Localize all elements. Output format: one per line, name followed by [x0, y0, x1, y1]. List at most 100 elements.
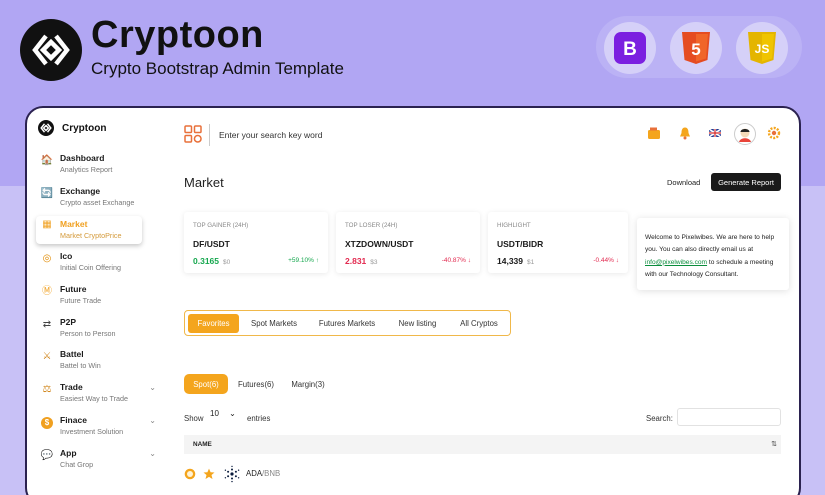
entries-label: entries [247, 414, 271, 423]
subtab-spot[interactable]: Spot(6) [184, 374, 228, 394]
tab-futures-markets[interactable]: Futures Markets [311, 314, 383, 333]
table-search-input[interactable] [677, 408, 781, 426]
javascript-icon: JS [748, 32, 776, 64]
cryptoon-small-logo-icon [38, 120, 54, 136]
sort-icon[interactable]: ⇅ [771, 440, 777, 448]
app-window: Cryptoon 🏠 Dashboard Analytics Report 🔄 … [25, 106, 801, 495]
svg-text:JS: JS [755, 42, 770, 56]
column-name-header[interactable]: NAME [193, 441, 212, 448]
sidebar-item-subtitle: Future Trade [60, 296, 102, 305]
sidebar-item-subtitle: Easiest Way to Trade [60, 394, 129, 403]
svg-text:5: 5 [691, 40, 700, 59]
generate-report-button[interactable]: Generate Report [711, 173, 781, 191]
apps-grid-icon[interactable] [184, 125, 202, 143]
wallet-icon[interactable] [647, 126, 661, 143]
html5-badge: 5 [670, 22, 722, 74]
tab-favorites[interactable]: Favorites [188, 314, 239, 333]
top-gainer-card[interactable]: TOP GAINER (24H) DF/USDT 0.3165 $0 +59.10… [184, 212, 328, 273]
javascript-badge: JS [736, 22, 788, 74]
card-change: -40.87% ↓ [441, 257, 471, 264]
exchange-icon: 🔄 [40, 188, 54, 199]
sidebar-item-title: Future [60, 284, 87, 294]
sidebar-item-subtitle: Battel to Win [60, 361, 101, 370]
battel-icon: ⚔ [42, 351, 52, 362]
card-label: TOP LOSER (24H) [345, 222, 398, 229]
sidebar-item-title: Ico [60, 251, 73, 261]
sidebar-item-title: App [60, 448, 77, 458]
sidebar-item-app[interactable]: 💬 App Chat Grop ⌄ [36, 448, 156, 476]
sidebar-brand[interactable]: Cryptoon [38, 120, 106, 136]
sidebar-item-finace[interactable]: $ Finace Investment Solution ⌄ [36, 415, 156, 443]
sidebar-item-dashboard[interactable]: 🏠 Dashboard Analytics Report [36, 153, 148, 181]
sidebar-item-subtitle: Investment Solution [60, 427, 124, 436]
sidebar: Cryptoon 🏠 Dashboard Analytics Report 🔄 … [27, 108, 167, 495]
entries-select-value: 10 [210, 409, 219, 418]
sidebar-item-subtitle: Crypto asset Exchange [60, 198, 135, 207]
uk-flag-icon[interactable] [708, 126, 722, 143]
sidebar-item-title: Market [60, 219, 88, 229]
sidebar-item-exchange[interactable]: 🔄 Exchange Crypto asset Exchange [36, 186, 148, 214]
table-row[interactable]: ADA /BNB [184, 465, 484, 483]
sidebar-item-future[interactable]: Ⓜ Future Future Trade [36, 284, 148, 312]
coin-badge-icon [184, 468, 196, 480]
sidebar-item-subtitle: Chat Grop [60, 460, 94, 469]
sidebar-item-title: Battel [60, 349, 84, 359]
sidebar-item-subtitle: Person to Person [60, 329, 116, 338]
tab-new-listing[interactable]: New listing [391, 314, 444, 333]
bootstrap-icon: B [614, 32, 646, 64]
welcome-popup: Welcome to Pixelwibes. We are here to he… [637, 218, 789, 290]
chevron-down-icon: ⌄ [229, 409, 236, 418]
chevron-down-icon[interactable]: ⌄ [149, 449, 156, 458]
chevron-down-icon[interactable]: ⌄ [149, 416, 156, 425]
avatar[interactable] [734, 123, 756, 145]
card-change: +59.10% ↑ [288, 257, 319, 264]
card-price: 14,339 $1 [497, 256, 535, 266]
table-header: NAME ⇅ [184, 435, 781, 454]
download-button[interactable]: Download [667, 178, 700, 187]
tab-all-cryptos[interactable]: All Cryptos [451, 314, 507, 333]
market-icon: ▦ [42, 219, 52, 230]
sidebar-item-ico[interactable]: ◎ Ico Initial Coin Offering [36, 251, 148, 279]
highlight-card[interactable]: HIGHLIGHT USDT/BIDR 14,339 $1 -0.44% ↓ [488, 212, 628, 273]
contact-email-link[interactable]: info@pixelwibes.com [645, 259, 707, 266]
pair-quote: /BNB [262, 469, 281, 478]
finance-icon: $ [41, 417, 53, 429]
future-icon: Ⓜ [42, 286, 52, 297]
card-pair: XTZDOWN/USDT [345, 239, 414, 249]
sidebar-item-subtitle: Initial Coin Offering [60, 263, 121, 272]
tab-spot-markets[interactable]: Spot Markets [245, 314, 303, 333]
sidebar-item-title: Exchange [60, 186, 101, 196]
show-label: Show [184, 414, 204, 423]
card-change: -0.44% ↓ [593, 257, 619, 264]
home-icon: 🏠 [40, 155, 54, 166]
card-price: 2.831 $3 [345, 256, 378, 266]
table-search-label: Search: [646, 414, 673, 423]
chevron-down-icon[interactable]: ⌄ [149, 383, 156, 392]
favorite-star-icon[interactable] [203, 468, 215, 480]
card-label: TOP GAINER (24H) [193, 222, 249, 229]
banner-title: Cryptoon [91, 14, 264, 56]
subtab-margin[interactable]: Margin(3) [286, 374, 330, 394]
html5-icon: 5 [682, 32, 710, 64]
sidebar-item-p2p[interactable]: ⇄ P2P Person to Person [36, 317, 148, 345]
card-label: HIGHLIGHT [497, 222, 531, 229]
top-loser-card[interactable]: TOP LOSER (24H) XTZDOWN/USDT 2.831 $3 -40… [336, 212, 480, 273]
search-input[interactable]: Enter your search key word [219, 130, 322, 140]
bootstrap-badge: B [604, 22, 656, 74]
cryptoon-logo-icon [32, 34, 70, 66]
sidebar-item-trade[interactable]: ⚖ Trade Easiest Way to Trade ⌄ [36, 382, 156, 410]
subtab-futures[interactable]: Futures(6) [234, 374, 278, 394]
sidebar-item-battel[interactable]: ⚔ Battel Battel to Win [36, 349, 148, 377]
sidebar-item-title: P2P [60, 317, 77, 327]
entries-select[interactable]: 10 ⌄ [210, 409, 236, 418]
sidebar-item-market[interactable]: ▦ Market Market CryptoPrice [36, 216, 142, 244]
sidebar-item-title: Dashboard [60, 153, 105, 163]
cryptoon-logo [20, 19, 82, 81]
settings-icon[interactable] [767, 126, 781, 143]
sidebar-item-subtitle: Analytics Report [60, 165, 113, 174]
page-title: Market [184, 175, 224, 190]
topbar-divider [209, 124, 210, 146]
svg-text:B: B [623, 39, 637, 60]
bell-icon[interactable] [678, 126, 692, 143]
trade-icon: ⚖ [42, 384, 52, 395]
